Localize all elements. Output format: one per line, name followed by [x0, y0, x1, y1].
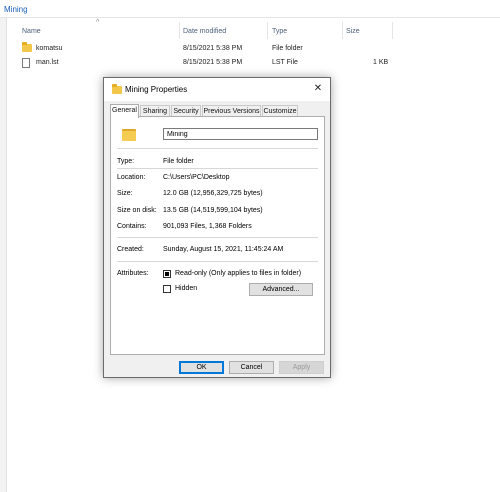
file-date: 8/15/2021 5:38 PM	[183, 59, 243, 66]
properties-dialog: Mining Properties ✕ General Sharing Secu…	[103, 77, 331, 378]
advanced-button[interactable]: Advanced...	[249, 283, 313, 296]
file-row-komatsu[interactable]: komatsu 8/15/2021 5:38 PM File folder	[8, 42, 408, 56]
size-on-disk-value: 13.5 GB (14,519,599,104 bytes)	[163, 207, 263, 214]
file-type: LST File	[272, 59, 298, 66]
readonly-checkbox[interactable]	[163, 270, 171, 278]
column-divider[interactable]	[267, 22, 268, 39]
divider	[117, 148, 318, 149]
readonly-label[interactable]: Read-only (Only applies to files in fold…	[175, 270, 301, 277]
contains-label: Contains:	[117, 223, 147, 230]
location-value: C:\Users\PC\Desktop	[163, 174, 230, 181]
location-label: Location:	[117, 174, 146, 181]
file-date: 8/15/2021 5:38 PM	[183, 45, 243, 52]
column-header-date[interactable]: Date modified	[183, 28, 226, 35]
close-button[interactable]: ✕	[308, 80, 328, 98]
created-label: Created:	[117, 246, 144, 253]
folder-large-icon	[122, 127, 136, 141]
hidden-checkbox[interactable]	[163, 285, 171, 293]
divider	[117, 168, 318, 169]
file-row-man-lst[interactable]: man.lst 8/15/2021 5:38 PM LST File 1 KB	[8, 57, 408, 70]
attributes-label: Attributes:	[117, 270, 149, 277]
folder-name-input[interactable]	[163, 128, 318, 140]
tab-general[interactable]: General	[110, 104, 139, 118]
folder-icon	[112, 84, 122, 94]
file-name: komatsu	[36, 45, 63, 52]
navigation-pane[interactable]	[0, 18, 7, 492]
apply-button[interactable]: Apply	[279, 361, 324, 374]
divider	[117, 261, 318, 262]
ok-button[interactable]: OK	[179, 361, 224, 374]
hidden-label[interactable]: Hidden	[175, 285, 197, 292]
type-value: File folder	[163, 158, 194, 165]
sort-ascending-icon: ^	[96, 19, 100, 26]
file-size: 1 KB	[373, 59, 389, 66]
column-divider[interactable]	[342, 22, 343, 39]
dialog-title: Mining Properties	[125, 85, 188, 94]
column-divider[interactable]	[392, 22, 393, 39]
created-value: Sunday, August 15, 2021, 11:45:24 AM	[163, 246, 284, 253]
breadcrumb[interactable]: Mining	[4, 5, 28, 14]
size-on-disk-label: Size on disk:	[117, 207, 157, 214]
column-divider[interactable]	[179, 22, 180, 39]
type-label: Type:	[117, 158, 135, 165]
size-label: Size:	[117, 190, 133, 197]
column-header-row: ^ Name Date modified Type Size	[8, 19, 500, 44]
file-type: File folder	[272, 45, 303, 52]
column-header-type[interactable]: Type	[272, 28, 287, 35]
dialog-titlebar[interactable]: Mining Properties ✕	[104, 78, 330, 101]
size-value: 12.0 GB (12,956,329,725 bytes)	[163, 190, 263, 197]
divider	[117, 237, 318, 238]
file-icon	[22, 58, 30, 68]
address-bar[interactable]: Mining	[0, 0, 500, 18]
file-name: man.lst	[36, 59, 59, 66]
general-tab-panel: Type: File folder Location: C:\Users\PC\…	[110, 116, 325, 355]
contains-value: 901,093 Files, 1,368 Folders	[163, 223, 252, 230]
column-header-size[interactable]: Size	[346, 28, 360, 35]
column-header-name[interactable]: Name	[22, 28, 41, 35]
cancel-button[interactable]: Cancel	[229, 361, 274, 374]
folder-icon	[22, 42, 32, 52]
